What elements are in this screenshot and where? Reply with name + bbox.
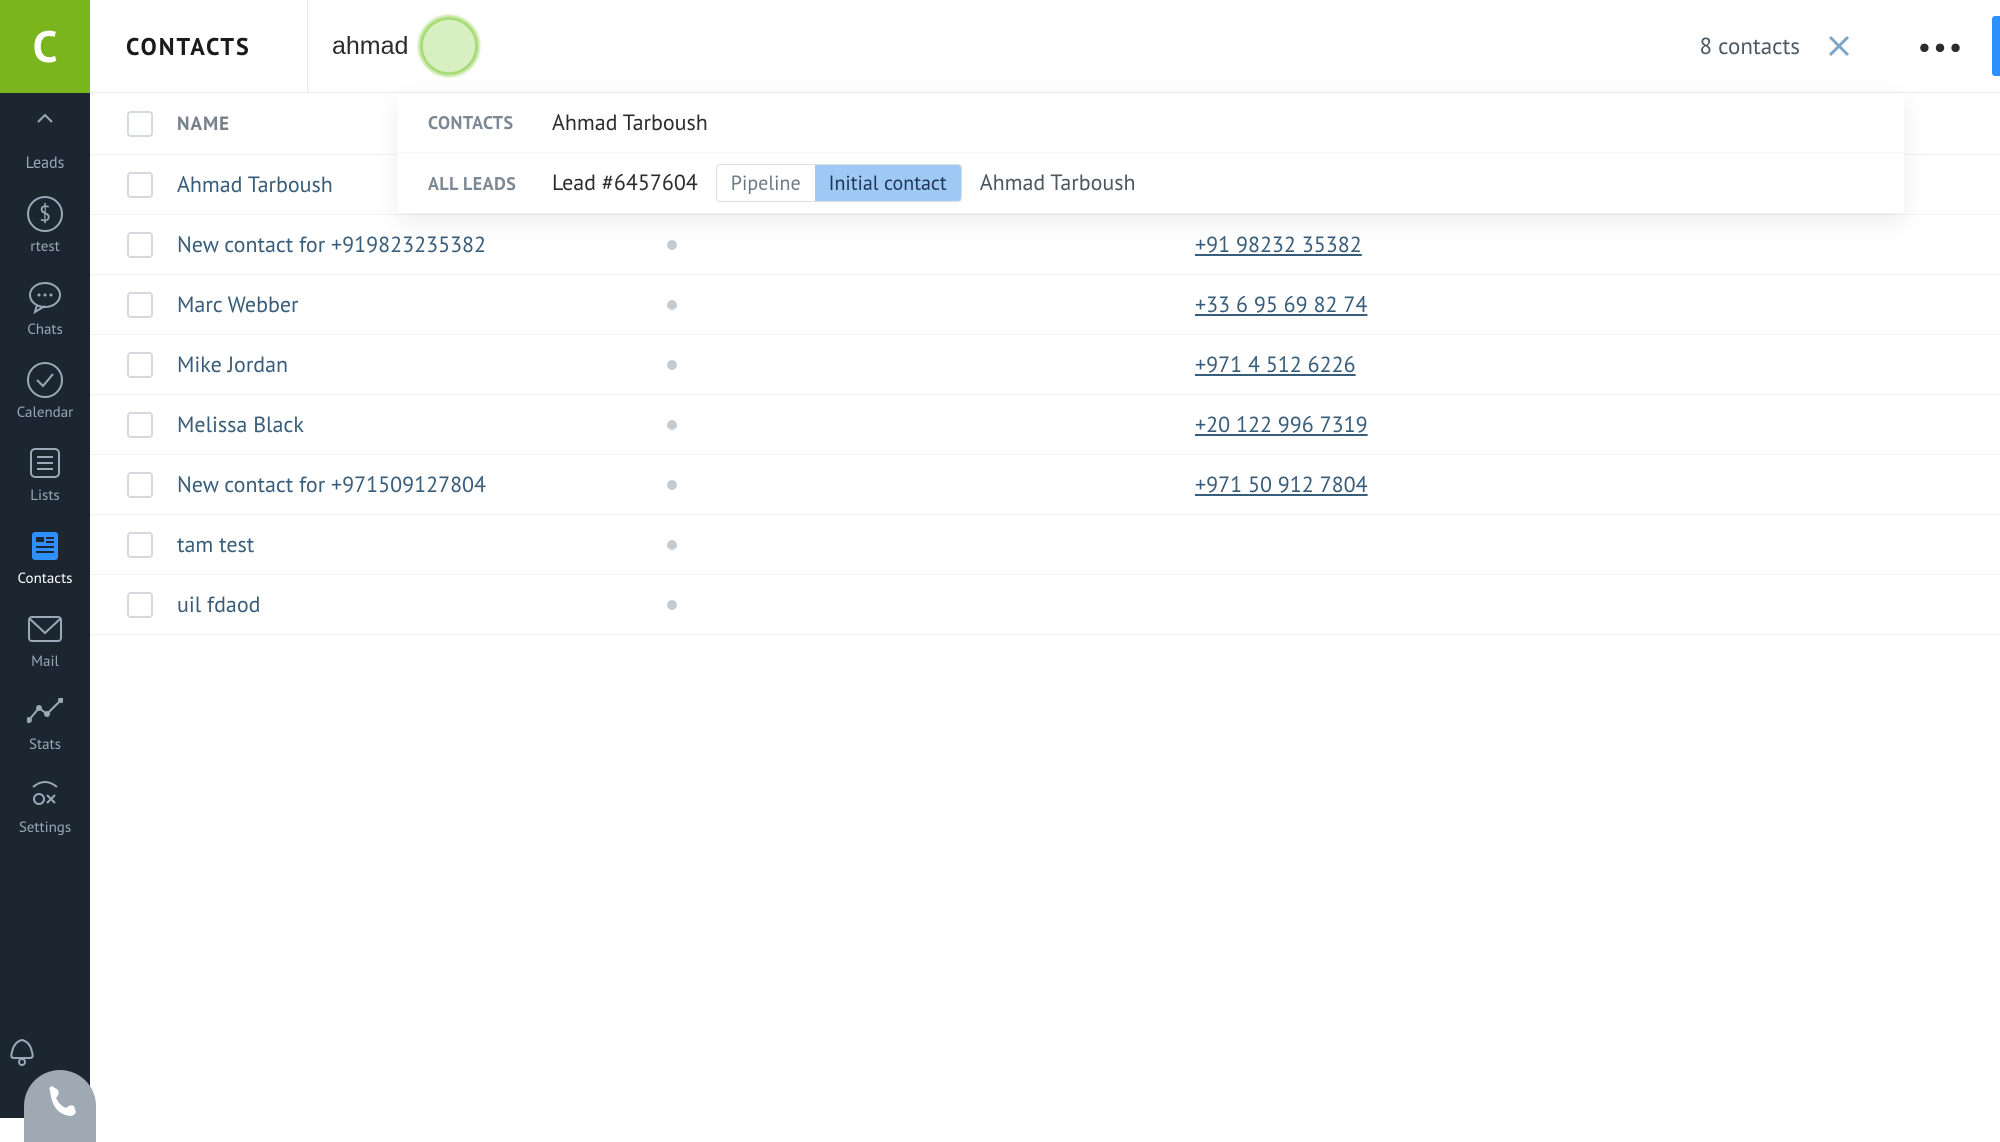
mail-icon — [26, 610, 64, 648]
sidebar-item-calendar[interactable]: Calendar — [0, 349, 90, 432]
contact-row[interactable]: New contact for +971509127804 +971 50 912… — [90, 455, 2000, 515]
contact-phone[interactable]: +91 98232 35382 — [1195, 231, 1362, 259]
dollar-icon: $ — [26, 195, 64, 233]
row-checkbox[interactable] — [127, 172, 153, 198]
status-dot-icon — [667, 600, 677, 610]
stage-label: Initial contact — [815, 165, 961, 201]
suggestion-name: Ahmad Tarboush — [552, 109, 708, 137]
suggestion-contact[interactable]: CONTACTS Ahmad Tarboush — [398, 93, 1904, 153]
clear-search-button[interactable] — [1820, 27, 1858, 65]
contact-name[interactable]: tam test — [177, 531, 577, 559]
contact-phone[interactable]: +20 122 996 7319 — [1195, 411, 1368, 439]
chevron-up-icon — [26, 99, 64, 137]
contact-name[interactable]: uil fdaod — [177, 591, 577, 619]
sidebar-item-rtest[interactable]: $ rtest — [0, 183, 90, 266]
svg-text:$: $ — [39, 200, 51, 228]
contact-name[interactable]: Marc Webber — [177, 291, 577, 319]
sidebar-item-label: Chats — [27, 320, 63, 339]
row-checkbox[interactable] — [127, 232, 153, 258]
check-circle-icon — [26, 361, 64, 399]
contacts-icon — [26, 527, 64, 565]
sidebar-item-label: Settings — [19, 818, 71, 837]
sidebar-item-label: Lists — [30, 486, 60, 505]
contact-row[interactable]: New contact for +919823235382 +91 98232 3… — [90, 215, 2000, 275]
more-options-button[interactable]: ••• — [1922, 27, 1960, 65]
row-checkbox[interactable] — [127, 592, 153, 618]
sidebar-item-contacts[interactable]: Contacts — [0, 515, 90, 598]
logo-letter: C — [33, 18, 58, 75]
row-checkbox[interactable] — [127, 532, 153, 558]
sidebar-item-chats[interactable]: Chats — [0, 266, 90, 349]
status-dot-icon — [667, 240, 677, 250]
close-icon — [1828, 35, 1850, 57]
search-wrap — [308, 0, 1700, 92]
status-dot-icon — [667, 420, 677, 430]
notification-bell-icon[interactable] — [4, 1032, 40, 1068]
search-input[interactable] — [332, 32, 752, 61]
sidebar-item-label: Stats — [29, 735, 61, 754]
suggestion-lead[interactable]: ALL LEADS Lead #6457604 Pipeline Initial… — [398, 153, 1904, 213]
contact-name[interactable]: New contact for +971509127804 — [177, 471, 577, 499]
column-header-name[interactable]: NAME — [177, 112, 230, 136]
list-icon — [26, 444, 64, 482]
sidebar-item-label: Mail — [31, 652, 59, 671]
status-dot-icon — [667, 300, 677, 310]
header-actions: 8 contacts ••• — [1700, 27, 2000, 65]
contact-name[interactable]: New contact for +919823235382 — [177, 231, 577, 259]
sidebar-item-label: Contacts — [18, 569, 73, 588]
sidebar-item-mail[interactable]: Mail — [0, 598, 90, 681]
suggestion-category: CONTACTS — [428, 111, 552, 134]
status-dot-icon — [667, 540, 677, 550]
contact-name[interactable]: Mike Jordan — [177, 351, 577, 379]
contact-row[interactable]: Mike Jordan +971 4 512 6226 — [90, 335, 2000, 395]
sidebar-item-leads[interactable]: Leads — [0, 141, 90, 183]
contact-row[interactable]: uil fdaod — [90, 575, 2000, 635]
header: CONTACTS 8 contacts ••• — [90, 0, 2000, 93]
contact-phone[interactable]: +33 6 95 69 82 74 — [1195, 291, 1367, 319]
suggestion-category: ALL LEADS — [428, 172, 552, 195]
status-dot-icon — [667, 480, 677, 490]
contact-count: 8 contacts — [1700, 32, 1801, 61]
status-dot-icon — [667, 360, 677, 370]
row-checkbox[interactable] — [127, 352, 153, 378]
select-all-checkbox[interactable] — [127, 111, 153, 137]
contact-rows: Ahmad Tarboush+971 50 947 0211New contac… — [90, 155, 2000, 635]
row-checkbox[interactable] — [127, 412, 153, 438]
search-suggestions-dropdown: CONTACTS Ahmad Tarboush ALL LEADS Lead #… — [398, 92, 1904, 213]
stats-icon — [26, 693, 64, 731]
sidebar-item-label: rtest — [30, 237, 60, 256]
pipeline-label: Pipeline — [717, 170, 815, 196]
sidebar-collapse-toggle[interactable] — [0, 93, 90, 141]
app-logo[interactable]: C — [0, 0, 90, 93]
side-handle[interactable] — [1992, 16, 2000, 76]
sidebar-item-lists[interactable]: Lists — [0, 432, 90, 515]
header-title-box: CONTACTS — [90, 0, 308, 92]
pipeline-stage-pill: Pipeline Initial contact — [716, 164, 962, 202]
contact-phone[interactable]: +971 4 512 6226 — [1195, 351, 1356, 379]
page-title: CONTACTS — [126, 31, 251, 62]
contact-row[interactable]: Melissa Black +20 122 996 7319 — [90, 395, 2000, 455]
settings-icon — [26, 776, 64, 814]
contact-name[interactable]: Melissa Black — [177, 411, 577, 439]
more-icon: ••• — [1918, 27, 1965, 66]
row-checkbox[interactable] — [127, 472, 153, 498]
contact-phone[interactable]: +971 50 912 7804 — [1195, 471, 1368, 499]
phone-dialer-icon[interactable] — [24, 1070, 96, 1142]
main-content: CONTACTS 8 contacts ••• NAME Ahmad Tarbo… — [90, 0, 2000, 1118]
sidebar-item-label: Calendar — [17, 403, 74, 422]
sidebar-item-label: Leads — [26, 153, 65, 173]
contact-row[interactable]: tam test — [90, 515, 2000, 575]
row-checkbox[interactable] — [127, 292, 153, 318]
contact-row[interactable]: Marc Webber +33 6 95 69 82 74 — [90, 275, 2000, 335]
sidebar-item-stats[interactable]: Stats — [0, 681, 90, 764]
sidebar-item-settings[interactable]: Settings — [0, 764, 90, 847]
sidebar: C Leads $ rtest Chats Calendar Lists — [0, 0, 90, 1118]
chat-icon — [26, 278, 64, 316]
lead-contact-name: Ahmad Tarboush — [980, 169, 1136, 197]
lead-id: Lead #6457604 — [552, 169, 698, 197]
